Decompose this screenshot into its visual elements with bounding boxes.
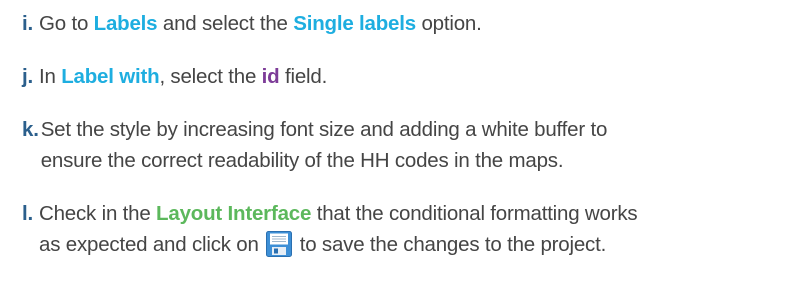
step-text-part: that the conditional formatting works — [311, 202, 638, 225]
step-text-part: Check in the — [39, 202, 157, 225]
step-text-part: as expected and click on — [39, 233, 265, 256]
step-text-part: and select the — [157, 12, 294, 35]
step-j: j. In Label with, select the id field. — [22, 61, 792, 92]
step-text-line: Set the style by increasing font size an… — [40, 118, 608, 141]
keyword-label-with: Label with — [61, 65, 160, 88]
save-floppy-icon[interactable] — [266, 231, 293, 257]
keyword-layout-interface: Layout Interface — [156, 202, 312, 225]
instruction-steps: i. Go to Labels and select the Single la… — [22, 8, 792, 260]
step-text: Check in the Layout Interface that the c… — [39, 198, 792, 260]
step-k: k. Set the style by increasing font size… — [22, 114, 792, 176]
step-text-part: to save the changes to the project. — [294, 233, 607, 256]
step-text: Set the style by increasing font size an… — [41, 114, 792, 176]
step-letter: k. — [22, 118, 39, 141]
step-letter: i. — [22, 12, 33, 35]
step-text-part: In — [39, 65, 62, 88]
step-text-line: ensure the correct readability of the HH… — [40, 149, 564, 172]
step-text-part: field. — [279, 65, 328, 88]
step-text: Go to Labels and select the Single label… — [39, 8, 792, 39]
keyword-single-labels: Single labels — [293, 12, 416, 35]
step-letter: l. — [22, 202, 33, 225]
step-letter: j. — [22, 65, 33, 88]
step-text-part: option. — [415, 12, 482, 35]
step-text-part: , select the — [159, 65, 262, 88]
keyword-id-field: id — [261, 65, 280, 88]
step-text-part: Go to — [39, 12, 94, 35]
step-l: l. Check in the Layout Interface that th… — [22, 198, 792, 260]
step-text: In Label with, select the id field. — [39, 61, 792, 92]
keyword-labels: Labels — [93, 12, 158, 35]
step-i: i. Go to Labels and select the Single la… — [22, 8, 792, 39]
